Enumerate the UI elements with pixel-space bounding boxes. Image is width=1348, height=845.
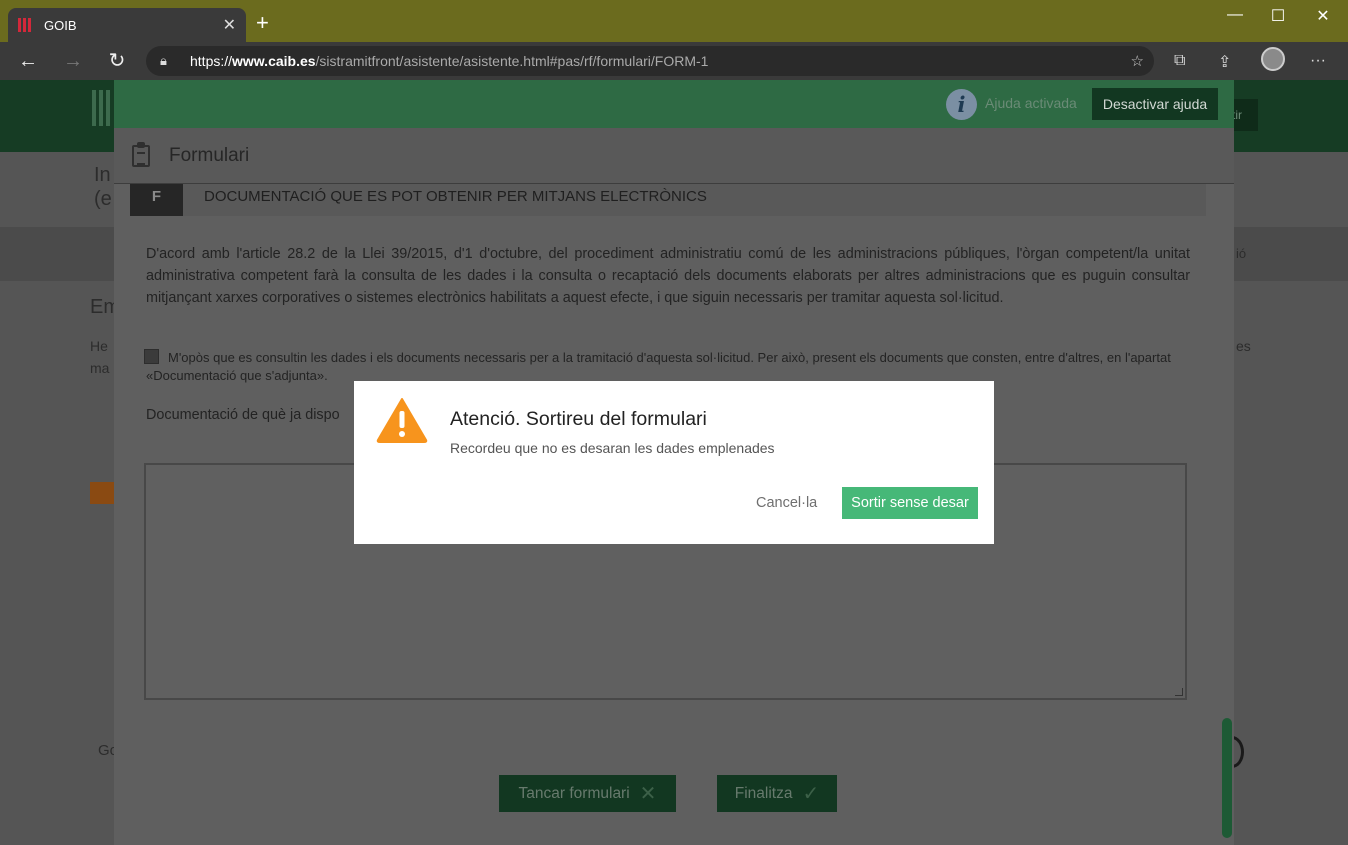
bg-fragment-1: In	[94, 164, 111, 186]
help-status: Ajuda activada	[985, 95, 1077, 111]
checkmark-icon: ✓	[802, 783, 820, 805]
goib-logo-icon	[92, 90, 112, 130]
form-header: Formulari	[114, 128, 1234, 184]
collections-icon[interactable]: ⧉	[1174, 52, 1185, 70]
exit-confirmation-dialog: Atenció. Sortireu del formulari Recordeu…	[354, 381, 994, 544]
forward-icon[interactable]: →	[59, 50, 87, 72]
opposition-checkbox[interactable]	[144, 349, 159, 364]
warning-icon	[376, 398, 428, 443]
exit-without-saving-button[interactable]: Sortir sense desar	[842, 487, 978, 519]
browser-titlebar: GOIB ✕ + — ☐ ✕	[0, 0, 1348, 42]
page-scrollbar[interactable]	[1222, 718, 1232, 838]
section-header: F DOCUMENTACIÓ QUE ES POT OBTENIR PER MI…	[130, 184, 1206, 216]
address-bar[interactable]: 🔒︎ https://www.caib.es/sistramitfront/as…	[146, 46, 1154, 76]
section-title: DOCUMENTACIÓ QUE ES POT OBTENIR PER MITJ…	[204, 188, 707, 205]
opposition-checkbox-label: M'opòs que es consultin les dades i els …	[146, 350, 1171, 383]
close-x-icon: ✕	[639, 783, 657, 805]
finish-button[interactable]: Finalitza ✓	[717, 775, 837, 812]
resize-grip-icon[interactable]	[1175, 688, 1183, 696]
refresh-icon[interactable]: ↻	[103, 50, 131, 72]
back-icon[interactable]: ←	[14, 50, 42, 72]
finish-label: Finalitza	[734, 784, 793, 802]
clipboard-icon	[132, 142, 150, 167]
more-icon[interactable]: ···	[1310, 52, 1326, 70]
bg-fragment-4: He	[90, 338, 108, 354]
url-path: /sistramitfront/asistente/asistente.html…	[315, 53, 709, 69]
bg-alert-icon	[90, 482, 114, 504]
maximize-icon[interactable]: ☐	[1255, 6, 1301, 26]
share-icon[interactable]: ⇪	[1218, 52, 1231, 72]
minimize-icon[interactable]: —	[1212, 6, 1258, 24]
bg-fragment-7: es	[1236, 338, 1251, 354]
close-form-label: Tancar formulari	[518, 784, 630, 802]
documentation-label: Documentació de què ja dispo	[146, 407, 340, 423]
goib-favicon-icon	[18, 17, 34, 33]
help-bar: i Ajuda activada Desactivar ajuda	[114, 80, 1234, 128]
url-protocol: https://	[190, 53, 233, 69]
browser-toolbar: ← → ↻ 🔒︎ https://www.caib.es/sistramitfr…	[0, 42, 1348, 80]
new-tab-icon[interactable]: +	[256, 12, 269, 34]
url-host: www.caib.es	[232, 53, 316, 69]
tab-title: GOIB	[44, 17, 77, 33]
window-close-icon[interactable]: ✕	[1300, 6, 1346, 26]
lock-icon: 🔒︎	[160, 53, 167, 68]
disable-help-button[interactable]: Desactivar ajuda	[1092, 88, 1218, 120]
form-title: Formulari	[169, 145, 250, 166]
legal-paragraph: D'acord amb l'article 28.2 de la Llei 39…	[146, 246, 1190, 306]
dialog-message: Recordeu que no es desaran les dades emp…	[450, 440, 775, 456]
bg-fragment-5: ma	[90, 360, 110, 376]
bg-fragment-8: ió	[1236, 246, 1247, 261]
favorite-icon[interactable]: ☆	[1131, 52, 1144, 70]
close-form-button[interactable]: Tancar formulari ✕	[499, 775, 676, 812]
tab-close-icon[interactable]: ✕	[223, 15, 236, 35]
profile-avatar[interactable]	[1261, 47, 1285, 71]
cancel-button[interactable]: Cancel·la	[756, 495, 817, 511]
bg-fragment-2: (e	[94, 188, 112, 210]
browser-tab[interactable]: GOIB ✕	[8, 8, 246, 42]
info-icon: i	[946, 89, 977, 120]
dialog-title: Atenció. Sortireu del formulari	[450, 408, 707, 430]
section-letter: F	[130, 184, 183, 216]
